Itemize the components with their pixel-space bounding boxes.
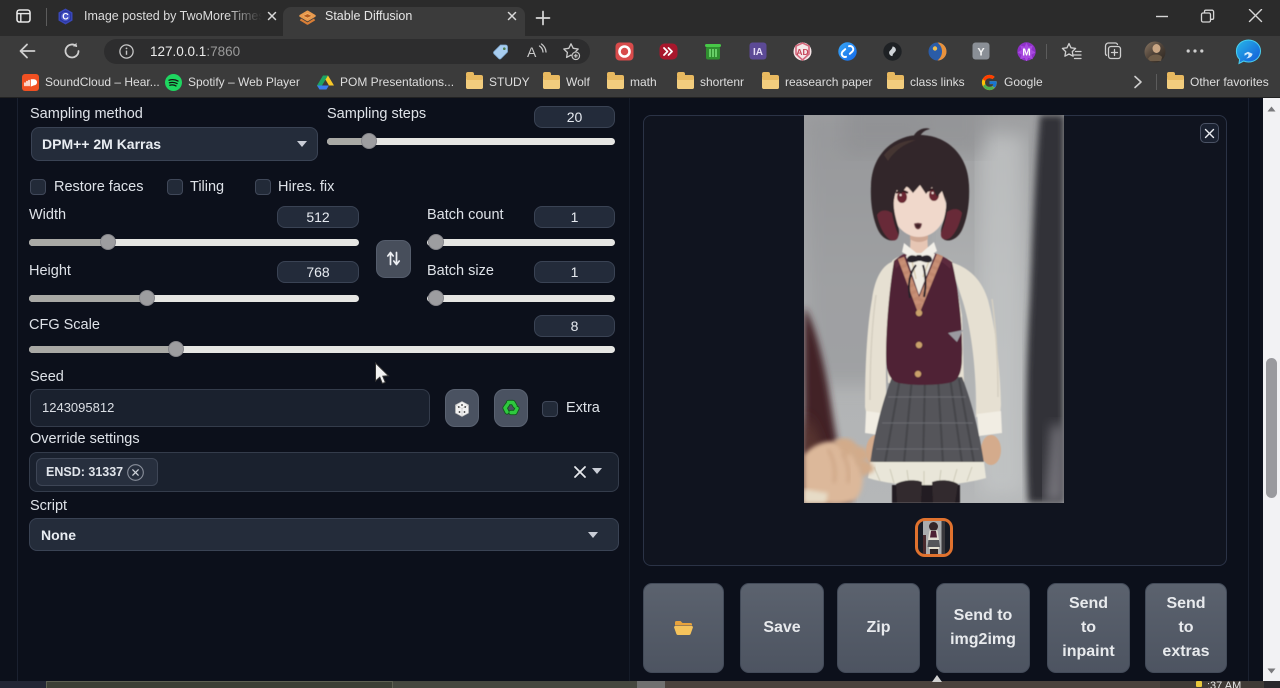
- svg-text:AD: AD: [796, 47, 808, 57]
- svg-text:IA: IA: [753, 47, 763, 58]
- svg-text:M: M: [1022, 48, 1030, 59]
- svg-text:Y: Y: [977, 47, 985, 59]
- svg-text:A: A: [527, 44, 537, 60]
- svg-text:C: C: [62, 12, 69, 22]
